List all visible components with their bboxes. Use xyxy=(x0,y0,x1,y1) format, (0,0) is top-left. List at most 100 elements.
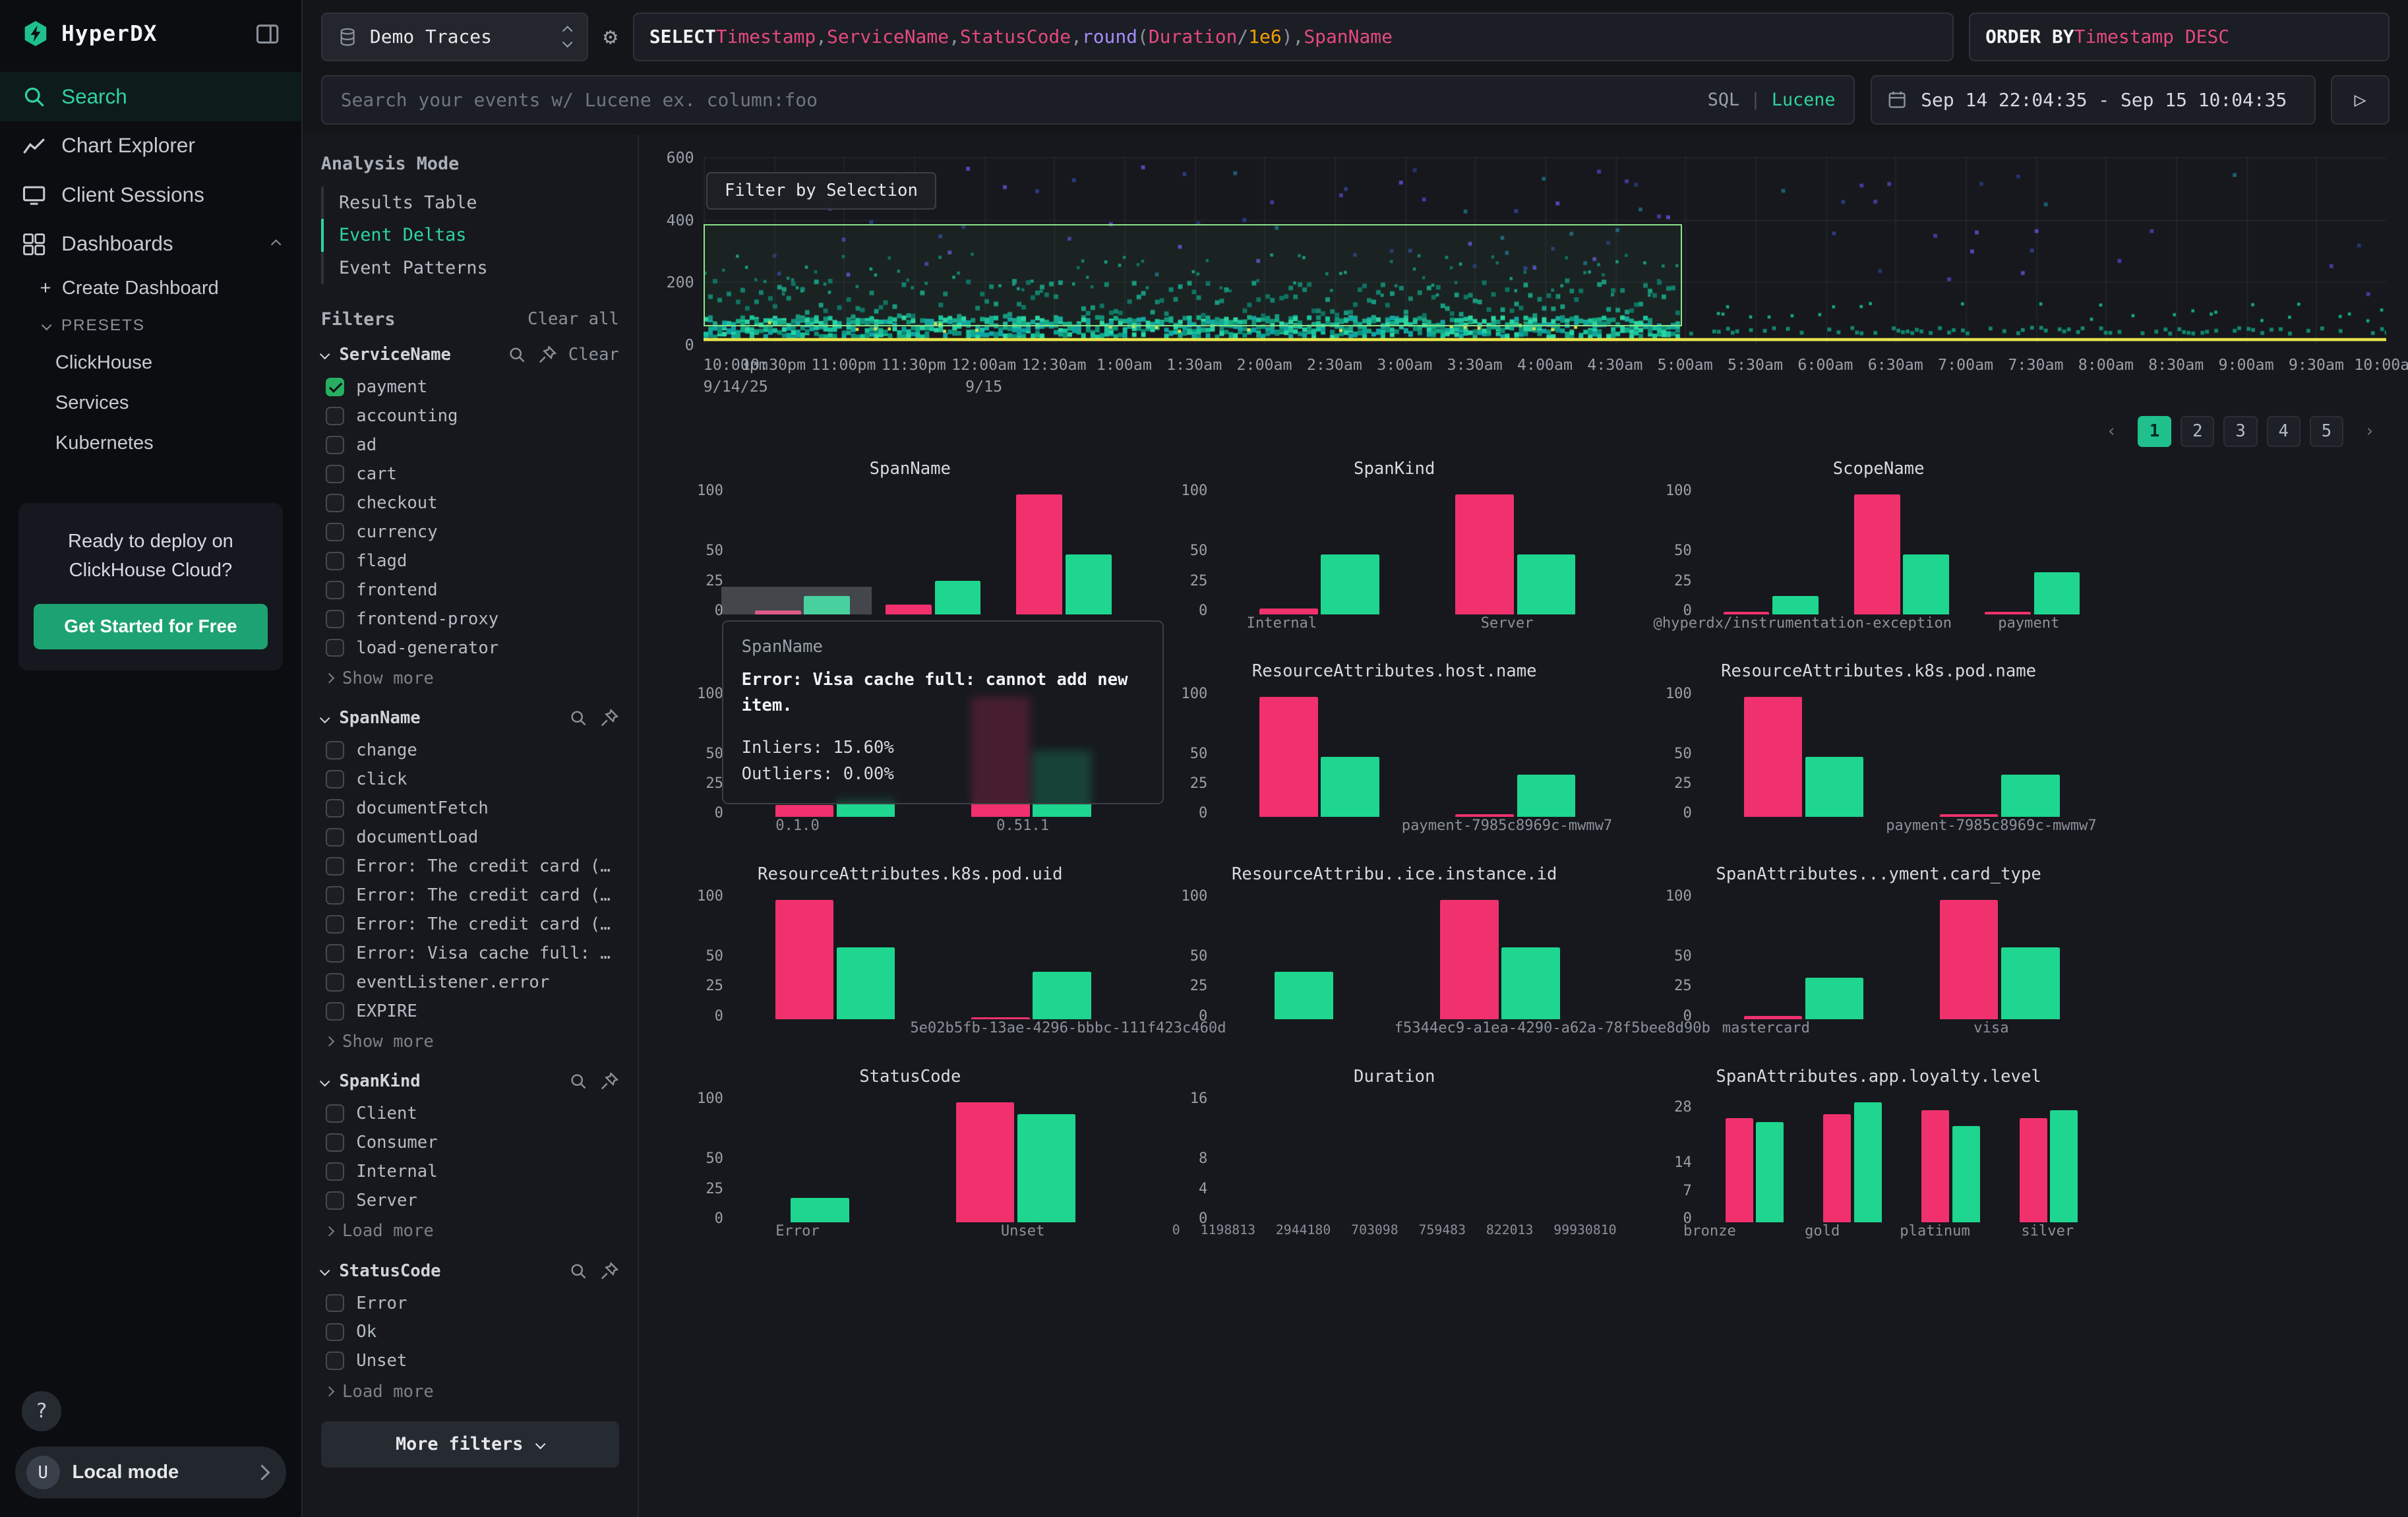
run-query-button[interactable]: ▷ xyxy=(2331,75,2390,125)
checkbox[interactable] xyxy=(326,1162,344,1181)
checkbox[interactable] xyxy=(326,1323,344,1342)
pink-bar[interactable] xyxy=(1940,900,1999,1020)
search-icon[interactable] xyxy=(568,1261,588,1281)
checkbox[interactable] xyxy=(326,523,344,541)
filter-item-cart[interactable]: cart xyxy=(321,460,619,489)
chart-plot[interactable] xyxy=(1215,481,1619,614)
source-select[interactable]: Demo Traces xyxy=(321,13,588,62)
checkbox[interactable] xyxy=(326,973,344,992)
checkbox[interactable] xyxy=(326,1104,344,1123)
checkbox[interactable] xyxy=(326,886,344,905)
filter-item-documentload[interactable]: documentLoad xyxy=(321,823,619,852)
filter-item-accounting[interactable]: accounting xyxy=(321,402,619,431)
green-bar[interactable] xyxy=(837,947,895,1019)
preset-link-services[interactable]: Services xyxy=(0,383,301,423)
chart-plot[interactable] xyxy=(731,886,1135,1020)
filter-item-client[interactable]: Client xyxy=(321,1099,619,1128)
chart-plot[interactable] xyxy=(1215,1088,1619,1222)
pink-bar[interactable] xyxy=(1823,1114,1851,1222)
green-bar[interactable] xyxy=(1517,775,1576,817)
checkbox[interactable] xyxy=(326,1191,344,1210)
sidebar-collapse-icon[interactable] xyxy=(255,22,280,46)
filter-item-server[interactable]: Server xyxy=(321,1186,619,1215)
pin-icon[interactable] xyxy=(599,1261,619,1281)
green-bar[interactable] xyxy=(1275,972,1333,1020)
green-bar[interactable] xyxy=(1321,554,1379,614)
local-mode-pill[interactable]: U Local mode xyxy=(15,1446,286,1499)
sidebar-item-chart-explorer[interactable]: Chart Explorer xyxy=(0,121,301,171)
filter-item-frontend[interactable]: frontend xyxy=(321,576,619,605)
chart-plot[interactable] xyxy=(1699,1088,2103,1222)
green-bar[interactable] xyxy=(1501,947,1560,1019)
help-button[interactable]: ? xyxy=(22,1391,62,1431)
pink-bar[interactable] xyxy=(956,1102,1015,1222)
pink-bar[interactable] xyxy=(1724,612,1770,614)
language-sql[interactable]: SQL xyxy=(1708,90,1739,110)
pink-bar[interactable] xyxy=(775,805,834,817)
preset-link-clickhouse[interactable]: ClickHouse xyxy=(0,343,301,383)
search-icon[interactable] xyxy=(507,345,527,365)
pin-icon[interactable] xyxy=(537,345,557,365)
pink-bar[interactable] xyxy=(1985,612,2031,614)
checkbox[interactable] xyxy=(326,1002,344,1021)
checkbox[interactable] xyxy=(326,1294,344,1313)
filter-item-documentfetch[interactable]: documentFetch xyxy=(321,794,619,823)
green-bar[interactable] xyxy=(804,596,850,614)
filter-by-selection-button[interactable]: Filter by Selection xyxy=(706,172,936,210)
checkbox[interactable] xyxy=(326,378,344,396)
checkbox[interactable] xyxy=(326,436,344,454)
checkbox[interactable] xyxy=(326,944,344,963)
create-dashboard-button[interactable]: + Create Dashboard xyxy=(0,268,301,309)
filter-item-load-generator[interactable]: load-generator xyxy=(321,634,619,663)
presets-toggle[interactable]: PRESETS xyxy=(0,309,301,342)
search-input[interactable] xyxy=(322,76,1854,123)
date-range-picker[interactable]: Sep 14 22:04:35 - Sep 15 10:04:35 xyxy=(1871,75,2316,125)
pink-bar[interactable] xyxy=(1940,814,1999,817)
checkbox[interactable] xyxy=(326,1133,344,1152)
checkbox[interactable] xyxy=(326,581,344,599)
search-icon[interactable] xyxy=(568,708,588,728)
pin-icon[interactable] xyxy=(599,708,619,728)
filter-item-error[interactable]: Error xyxy=(321,1289,619,1318)
green-bar[interactable] xyxy=(1517,554,1576,614)
pink-bar[interactable] xyxy=(886,605,932,614)
chart-plot[interactable] xyxy=(1215,886,1619,1020)
pink-bar[interactable] xyxy=(1455,814,1514,817)
load-more-button[interactable]: Load more xyxy=(321,1215,619,1241)
green-bar[interactable] xyxy=(2001,947,2060,1019)
checkbox[interactable] xyxy=(326,639,344,657)
pink-bar[interactable] xyxy=(1921,1110,1949,1222)
chart-plot[interactable] xyxy=(1699,683,2103,817)
checkbox[interactable] xyxy=(326,465,344,483)
filter-item-frontend-proxy[interactable]: frontend-proxy xyxy=(321,605,619,634)
pink-bar[interactable] xyxy=(1440,900,1499,1020)
green-bar[interactable] xyxy=(935,581,981,614)
filter-item-eventlistener-error[interactable]: eventListener.error xyxy=(321,968,619,997)
pagination-page-4[interactable]: 4 xyxy=(2267,416,2301,447)
green-bar[interactable] xyxy=(1854,1102,1882,1222)
pagination-next[interactable]: › xyxy=(2353,416,2386,447)
pink-bar[interactable] xyxy=(1259,697,1318,817)
filter-item-payment[interactable]: payment xyxy=(321,372,619,402)
pink-bar[interactable] xyxy=(1455,494,1514,614)
filter-item-ok[interactable]: Ok xyxy=(321,1317,619,1346)
filter-item-error-the-credit-card[interactable]: Error: The credit card (… xyxy=(321,852,619,881)
pink-bar[interactable] xyxy=(1744,1016,1803,1019)
pink-bar[interactable] xyxy=(1259,609,1318,614)
heatmap-plot[interactable]: Filter by Selection xyxy=(704,157,2387,344)
checkbox[interactable] xyxy=(326,915,344,934)
pink-bar[interactable] xyxy=(755,610,801,614)
green-bar[interactable] xyxy=(791,1198,849,1222)
pink-bar[interactable] xyxy=(2020,1118,2047,1222)
chart-plot[interactable] xyxy=(1215,683,1619,817)
checkbox[interactable] xyxy=(326,494,344,512)
green-bar[interactable] xyxy=(1756,1122,1784,1222)
more-filters-button[interactable]: More filters xyxy=(321,1421,619,1468)
pagination-page-2[interactable]: 2 xyxy=(2181,416,2214,447)
analysis-mode-results-table[interactable]: Results Table xyxy=(321,187,619,220)
pink-bar[interactable] xyxy=(1726,1118,1753,1222)
filter-item-checkout[interactable]: checkout xyxy=(321,489,619,518)
sidebar-item-dashboards[interactable]: Dashboards xyxy=(0,220,301,269)
filter-item-change[interactable]: change xyxy=(321,736,619,765)
checkbox[interactable] xyxy=(326,610,344,628)
